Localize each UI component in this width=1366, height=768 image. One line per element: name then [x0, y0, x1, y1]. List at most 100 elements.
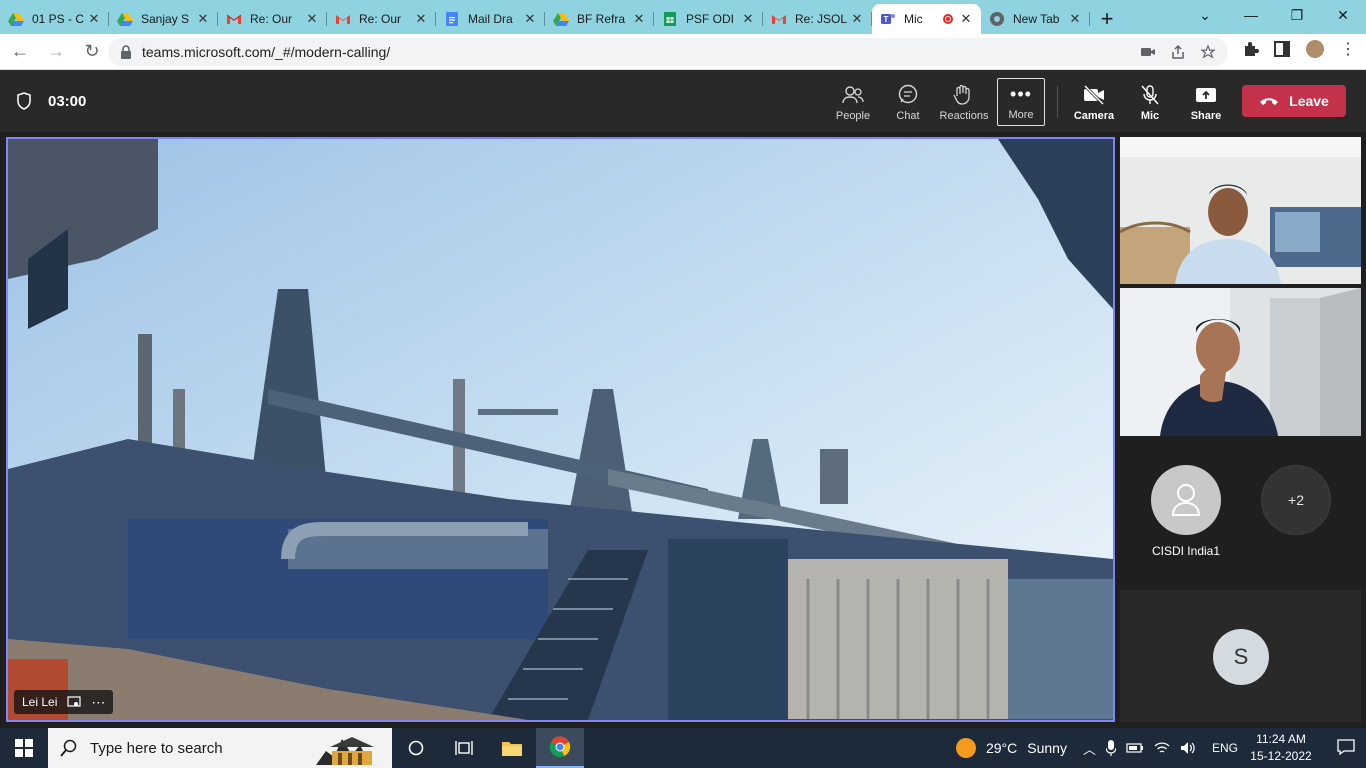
new-tab-button[interactable]: +: [1090, 4, 1124, 34]
close-icon[interactable]: ✕: [1068, 11, 1082, 27]
close-icon[interactable]: ✕: [850, 11, 864, 27]
browser-tab-3[interactable]: Re: Our ✕: [218, 4, 327, 34]
lock-icon: [121, 45, 131, 59]
recording-icon: [943, 14, 953, 24]
taskbar-clock[interactable]: 11:24 AM 15-12-2022: [1250, 731, 1312, 765]
svg-text:T: T: [884, 15, 889, 24]
search-placeholder: Type here to search: [90, 739, 223, 757]
close-icon[interactable]: ✕: [959, 11, 973, 27]
leave-button[interactable]: Leave: [1242, 85, 1346, 117]
language-indicator[interactable]: ENG: [1212, 741, 1238, 755]
participant-video-2: [1120, 288, 1361, 436]
reactions-button[interactable]: Reactions: [938, 78, 990, 126]
tab-title: Sanjay S: [141, 12, 190, 26]
close-icon[interactable]: ✕: [523, 11, 537, 27]
meeting-timer: 03:00: [48, 93, 87, 110]
more-participants-button[interactable]: +2: [1261, 465, 1331, 535]
presenter-name-tag: Lei Lei ⋯: [14, 690, 114, 714]
tab-title: Re: Our: [250, 12, 293, 26]
share-button[interactable]: Share: [1180, 78, 1232, 126]
system-tray: 29°C Sunny ︿ ENG 11:24 AM 15-12-2022: [955, 728, 1366, 768]
task-view-icon[interactable]: [440, 728, 488, 768]
browser-tab-teams-active[interactable]: T Mic ✕: [872, 4, 981, 34]
toolbar-divider: [1057, 86, 1058, 118]
tab-title: Re: JSOL: [795, 12, 848, 26]
browser-tab-8[interactable]: Re: JSOL ✕: [763, 4, 872, 34]
meeting-toolbar: 03:00 People Chat Reactions ••• More Cam…: [0, 70, 1366, 132]
back-icon[interactable]: ←: [4, 36, 36, 68]
chat-label: Chat: [896, 110, 920, 122]
camera-in-use-icon[interactable]: [1140, 45, 1156, 59]
close-icon[interactable]: ✕: [196, 11, 210, 27]
camera-button[interactable]: Camera: [1068, 78, 1120, 126]
reactions-label: Reactions: [939, 110, 989, 122]
participant-video-1: [1120, 137, 1361, 284]
profile-avatar[interactable]: [1304, 38, 1326, 60]
window-controls: ⌄ — ❐ ✕: [1182, 0, 1366, 30]
search-icon: [60, 739, 77, 757]
browser-tab-1[interactable]: 01 PS - C ✕: [0, 4, 109, 34]
participant-tile-s[interactable]: S: [1120, 590, 1361, 722]
taskbar-search-input[interactable]: Type here to search: [48, 728, 392, 768]
browser-tab-2[interactable]: Sanjay S ✕: [109, 4, 218, 34]
chat-button[interactable]: Chat: [882, 78, 934, 126]
browser-extensions: ⋮: [1242, 38, 1356, 60]
tab-title: New Tab: [1013, 12, 1060, 26]
forward-icon[interactable]: →: [40, 36, 72, 68]
windows-taskbar: Type here to search 29°C Sunny ︿ ENG 11:…: [0, 728, 1366, 768]
participant-name: CISDI India1: [1151, 544, 1221, 558]
more-button[interactable]: ••• More: [997, 78, 1045, 126]
close-icon[interactable]: ✕: [305, 11, 319, 27]
microphone-icon[interactable]: [1105, 740, 1116, 756]
share-page-icon[interactable]: [1170, 45, 1186, 59]
notification-center-icon[interactable]: [1326, 738, 1366, 758]
reload-icon[interactable]: ↻: [76, 36, 108, 68]
minimize-icon[interactable]: —: [1228, 0, 1274, 30]
cortana-icon[interactable]: [392, 728, 440, 768]
mic-button[interactable]: Mic: [1124, 78, 1176, 126]
bookmark-star-icon[interactable]: [1200, 45, 1216, 59]
google-drive-icon: [117, 13, 133, 26]
tab-search-icon[interactable]: ⌄: [1182, 0, 1228, 30]
browser-tab-4[interactable]: Re: Our ✕: [327, 4, 436, 34]
volume-icon[interactable]: [1180, 741, 1196, 755]
participant-avatar-cisdi[interactable]: [1151, 465, 1221, 535]
people-button[interactable]: People: [827, 78, 879, 126]
close-icon[interactable]: ✕: [741, 11, 755, 27]
windows-start-button[interactable]: [0, 728, 48, 768]
file-explorer-icon[interactable]: [488, 728, 536, 768]
participant-video-tile-2[interactable]: [1120, 288, 1361, 436]
clock-time: 11:24 AM: [1256, 732, 1306, 746]
window-close-icon[interactable]: ✕: [1320, 0, 1366, 30]
chevron-up-icon[interactable]: ︿: [1083, 739, 1096, 758]
people-icon: [842, 86, 864, 104]
wifi-icon[interactable]: [1154, 741, 1170, 755]
person-icon: [1171, 484, 1201, 516]
mic-off-icon: [1141, 85, 1159, 105]
restore-icon[interactable]: ❐: [1274, 0, 1320, 30]
battery-icon[interactable]: [1126, 743, 1144, 753]
weather-widget[interactable]: 29°C Sunny: [955, 738, 1067, 758]
chrome-menu-icon[interactable]: ⋮: [1340, 39, 1356, 59]
close-icon[interactable]: ✕: [632, 11, 646, 27]
tab-title: 01 PS - C: [32, 12, 85, 26]
browser-tab-5[interactable]: Mail Dra ✕: [436, 4, 545, 34]
browser-tab-7[interactable]: PSF ODI ✕: [654, 4, 763, 34]
clock-date: 15-12-2022: [1250, 749, 1312, 763]
participant-video-tile-1[interactable]: [1120, 137, 1361, 284]
gmail-icon: [226, 14, 242, 24]
close-icon[interactable]: ✕: [414, 11, 428, 27]
presenter-more-options-icon[interactable]: ⋯: [91, 694, 105, 711]
content-share-icon: [67, 696, 81, 707]
side-panel-icon[interactable]: [1274, 41, 1290, 57]
extensions-puzzle-icon[interactable]: [1242, 40, 1260, 58]
share-label: Share: [1190, 110, 1222, 122]
browser-tab-6[interactable]: BF Refra ✕: [545, 4, 654, 34]
omnibox[interactable]: teams.microsoft.com/_#/modern-calling/: [108, 38, 1228, 66]
main-video-stage[interactable]: Lei Lei ⋯: [6, 137, 1115, 722]
google-drive-icon: [553, 13, 569, 26]
close-icon[interactable]: ✕: [87, 11, 101, 27]
chrome-taskbar-icon[interactable]: [536, 728, 584, 768]
browser-tab-10[interactable]: New Tab ✕: [981, 4, 1090, 34]
participant-initial-avatar: S: [1213, 629, 1269, 685]
